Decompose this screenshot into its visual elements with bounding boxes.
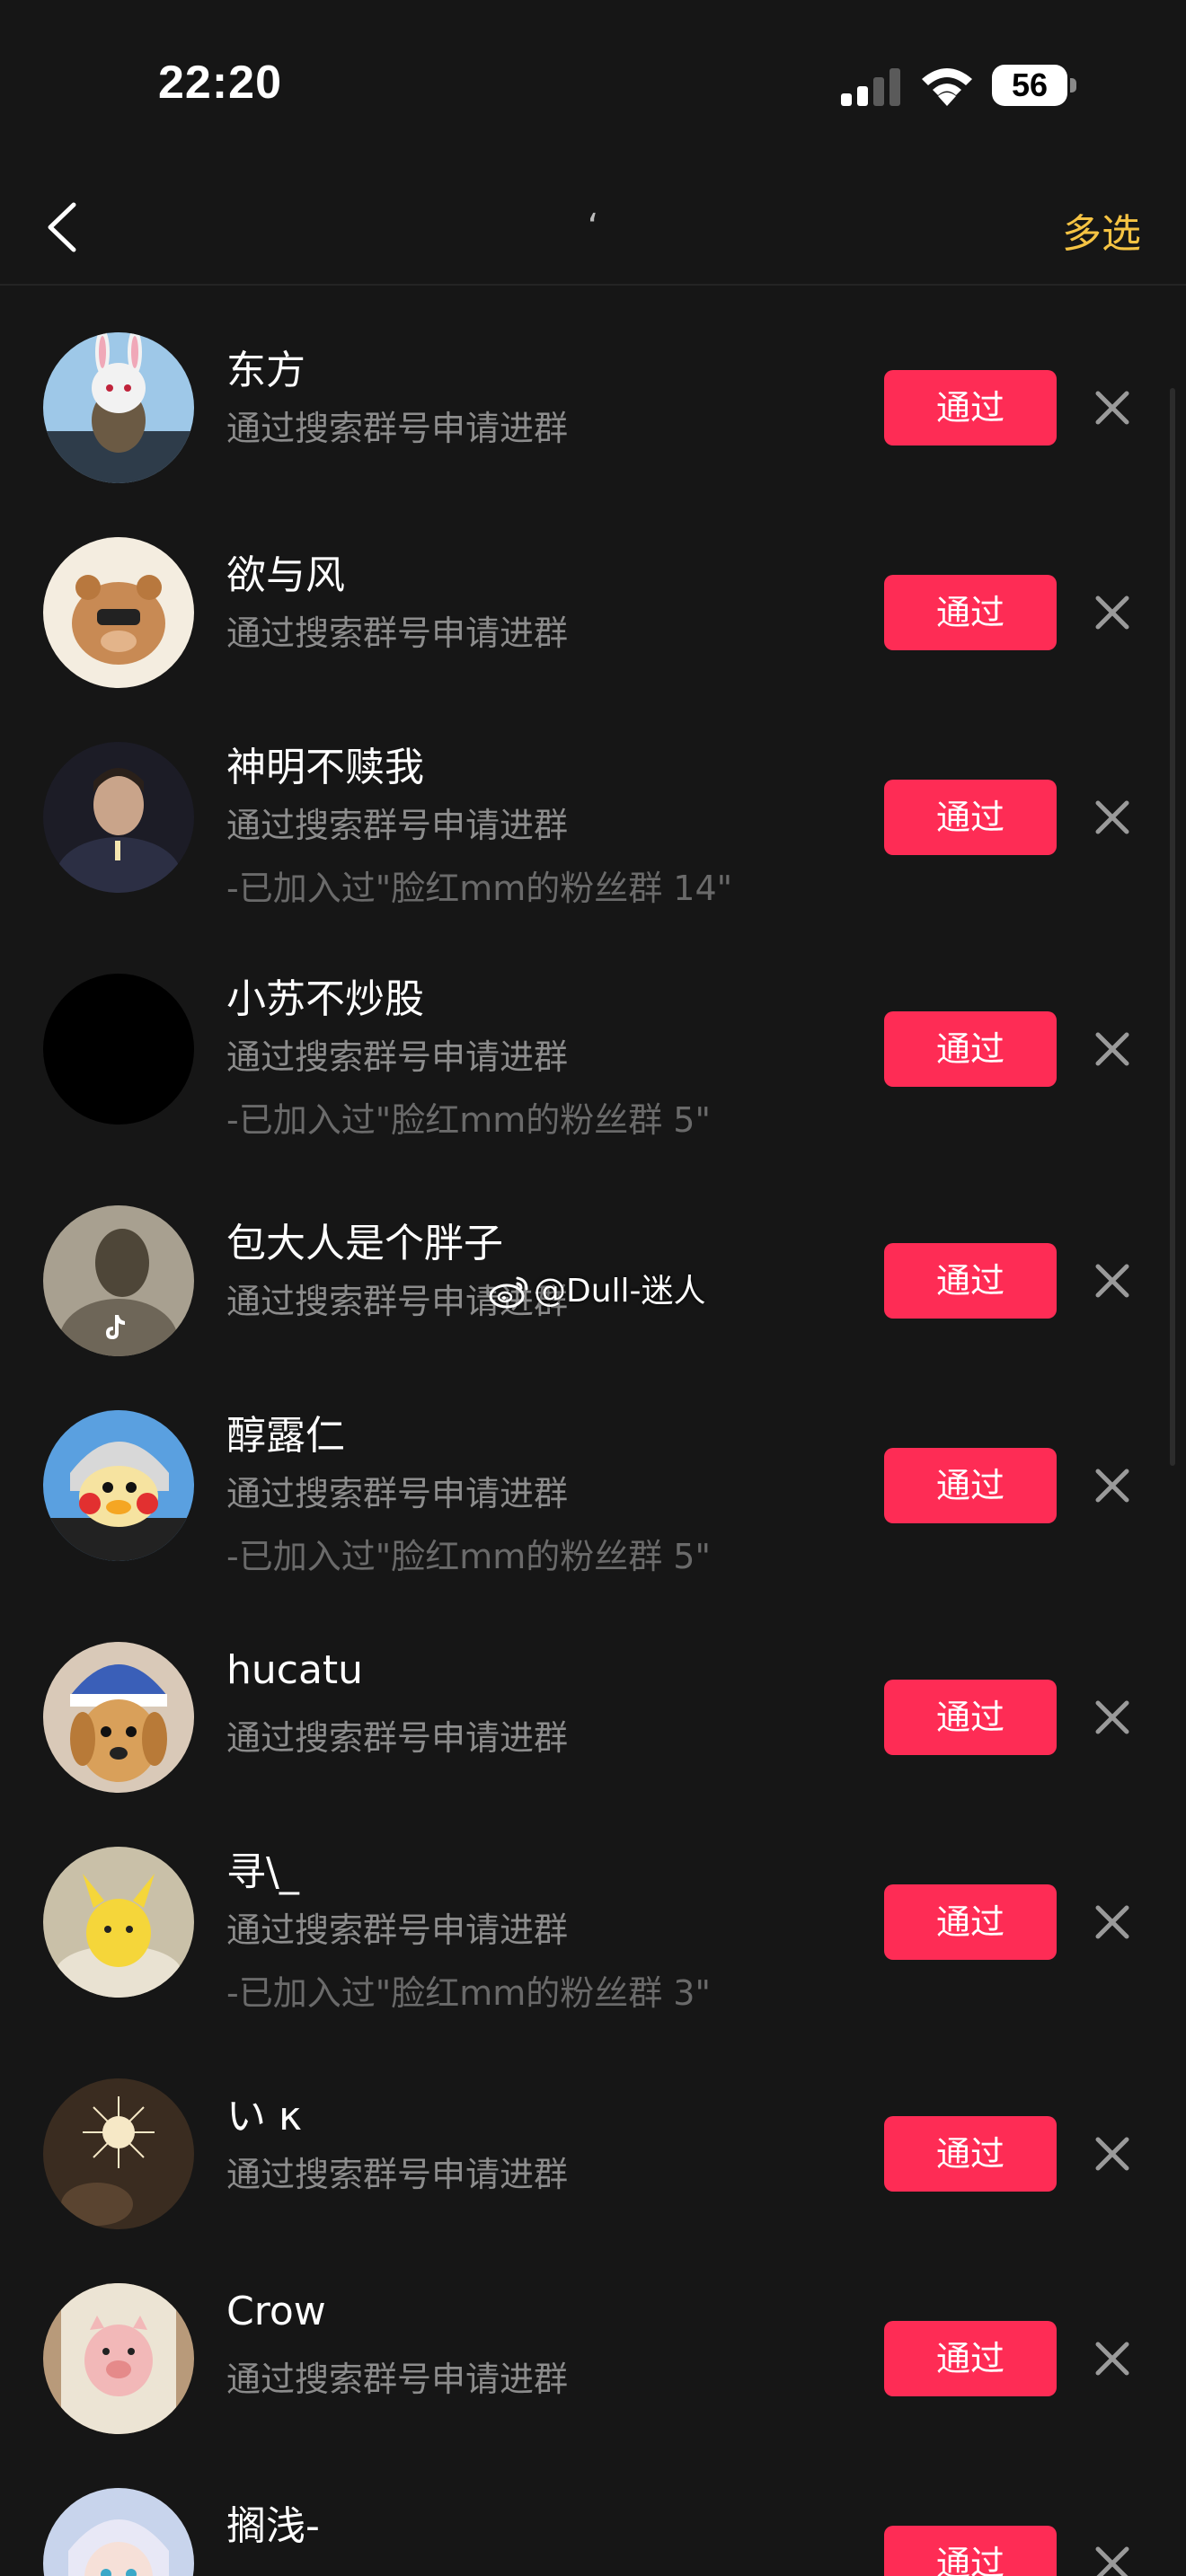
list-item: 东方 通过搜索群号申请进群 通过 <box>0 332 1168 490</box>
list-item: 醇露仁 通过搜索群号申请进群 -已加入过"脸红mm的粉丝群 5" 通过 <box>0 1410 1168 1622</box>
list-item: 小苏不炒股 通过搜索群号申请进群 -已加入过"脸红mm的粉丝群 5" 通过 <box>0 974 1168 1186</box>
approve-button[interactable]: 通过 <box>884 575 1057 650</box>
scrollbar[interactable] <box>1170 388 1175 1466</box>
list-item: 搁浅- 通过 <box>0 2488 1168 2576</box>
battery-tip <box>1070 78 1076 93</box>
row-name: 搁浅- <box>226 2503 320 2549</box>
row-source: 通过搜索群号申请进群 <box>226 1037 569 1077</box>
row-source: 通过搜索群号申请进群 <box>226 1910 569 1950</box>
avatar[interactable] <box>43 332 194 483</box>
status-time: 22:20 <box>158 57 282 109</box>
close-icon[interactable] <box>1091 2132 1134 2175</box>
status-bar: 22:20 56 <box>0 0 1186 171</box>
avatar[interactable] <box>43 2488 194 2576</box>
row-source: 通过搜索群号申请进群 <box>226 2360 569 2399</box>
approve-button[interactable]: 通过 <box>884 1448 1057 1523</box>
list-item: 神明不赎我 通过搜索群号申请进群 -已加入过"脸红mm的粉丝群 14" 通过 <box>0 742 1168 954</box>
approve-button[interactable]: 通过 <box>884 780 1057 855</box>
row-name: 欲与风 <box>226 552 345 598</box>
wifi-icon <box>922 68 972 106</box>
close-icon[interactable] <box>1091 1901 1134 1944</box>
list-item: 欲与风 通过搜索群号申请进群 通过 <box>0 537 1168 695</box>
avatar[interactable] <box>43 1410 194 1561</box>
row-note: -已加入过"脸红mm的粉丝群 3" <box>226 1973 711 2013</box>
close-icon[interactable] <box>1091 2337 1134 2380</box>
row-name: 寻\_ <box>226 1849 299 1895</box>
nav-bar: ‘ 多选 <box>0 171 1186 286</box>
row-note: -已加入过"脸红mm的粉丝群 14" <box>226 869 733 908</box>
approve-button[interactable]: 通过 <box>884 2116 1057 2192</box>
row-source: 通过搜索群号申请进群 <box>226 806 569 845</box>
close-icon[interactable] <box>1091 1028 1134 1071</box>
row-source: 通过搜索群号申请进群 <box>226 409 569 448</box>
approve-button[interactable]: 通过 <box>884 1884 1057 1960</box>
watermark-text: @Dull-迷人 <box>534 1273 706 1310</box>
join-request-list: 东方 通过搜索群号申请进群 通过 欲与风 通过搜索群号申请进群 通过 神明不赎我… <box>0 286 1186 2576</box>
list-item: い κ 通过搜索群号申请进群 通过 <box>0 2078 1168 2236</box>
avatar[interactable] <box>43 1642 194 1793</box>
row-name: 东方 <box>226 348 305 393</box>
list-item: Crow 通过搜索群号申请进群 通过 <box>0 2283 1168 2441</box>
row-note: -已加入过"脸红mm的粉丝群 5" <box>226 1100 711 1140</box>
approve-button[interactable]: 通过 <box>884 1243 1057 1319</box>
close-icon[interactable] <box>1091 386 1134 429</box>
avatar[interactable] <box>43 2283 194 2434</box>
avatar[interactable] <box>43 1847 194 1998</box>
row-source: 通过搜索群号申请进群 <box>226 2155 569 2194</box>
cellular-signal-icon <box>841 68 900 106</box>
avatar[interactable] <box>43 537 194 688</box>
approve-button[interactable]: 通过 <box>884 2526 1057 2576</box>
close-icon[interactable] <box>1091 2542 1134 2576</box>
row-source: 通过搜索群号申请进群 <box>226 613 569 653</box>
avatar[interactable] <box>43 742 194 893</box>
row-name: 醇露仁 <box>226 1413 345 1459</box>
close-icon[interactable] <box>1091 591 1134 634</box>
list-item: 寻\_ 通过搜索群号申请进群 -已加入过"脸红mm的粉丝群 3" 通过 <box>0 1847 1168 2059</box>
row-name: 小苏不炒股 <box>226 976 424 1022</box>
weibo-icon <box>489 1276 528 1309</box>
watermark: @Dull-迷人 <box>489 1265 706 1311</box>
row-name: Crow <box>226 2289 326 2334</box>
row-name: hucatu <box>226 1647 364 1693</box>
battery-level: 56 <box>1011 66 1049 103</box>
list-item: hucatu 通过搜索群号申请进群 通过 <box>0 1642 1168 1800</box>
approve-button[interactable]: 通过 <box>884 1680 1057 1755</box>
row-source: 通过搜索群号申请进群 <box>226 1474 569 1513</box>
approve-button[interactable]: 通过 <box>884 2321 1057 2396</box>
row-name: 包大人是个胖子 <box>226 1221 503 1266</box>
row-name: い κ <box>226 2094 302 2139</box>
close-icon[interactable] <box>1091 1259 1134 1302</box>
page-title: ‘ <box>587 207 599 248</box>
avatar[interactable] <box>43 974 194 1125</box>
approve-button[interactable]: 通过 <box>884 1011 1057 1087</box>
chevron-left-icon[interactable] <box>36 198 92 257</box>
avatar[interactable] <box>43 1205 194 1356</box>
close-icon[interactable] <box>1091 1696 1134 1739</box>
close-icon[interactable] <box>1091 796 1134 839</box>
multiselect-button[interactable]: 多选 <box>1062 201 1141 259</box>
row-source: 通过搜索群号申请进群 <box>226 1718 569 1758</box>
battery-indicator: 56 <box>992 65 1076 108</box>
avatar[interactable] <box>43 2078 194 2229</box>
row-note: -已加入过"脸红mm的粉丝群 5" <box>226 1537 711 1576</box>
row-name: 神明不赎我 <box>226 745 424 790</box>
close-icon[interactable] <box>1091 1464 1134 1507</box>
approve-button[interactable]: 通过 <box>884 370 1057 446</box>
